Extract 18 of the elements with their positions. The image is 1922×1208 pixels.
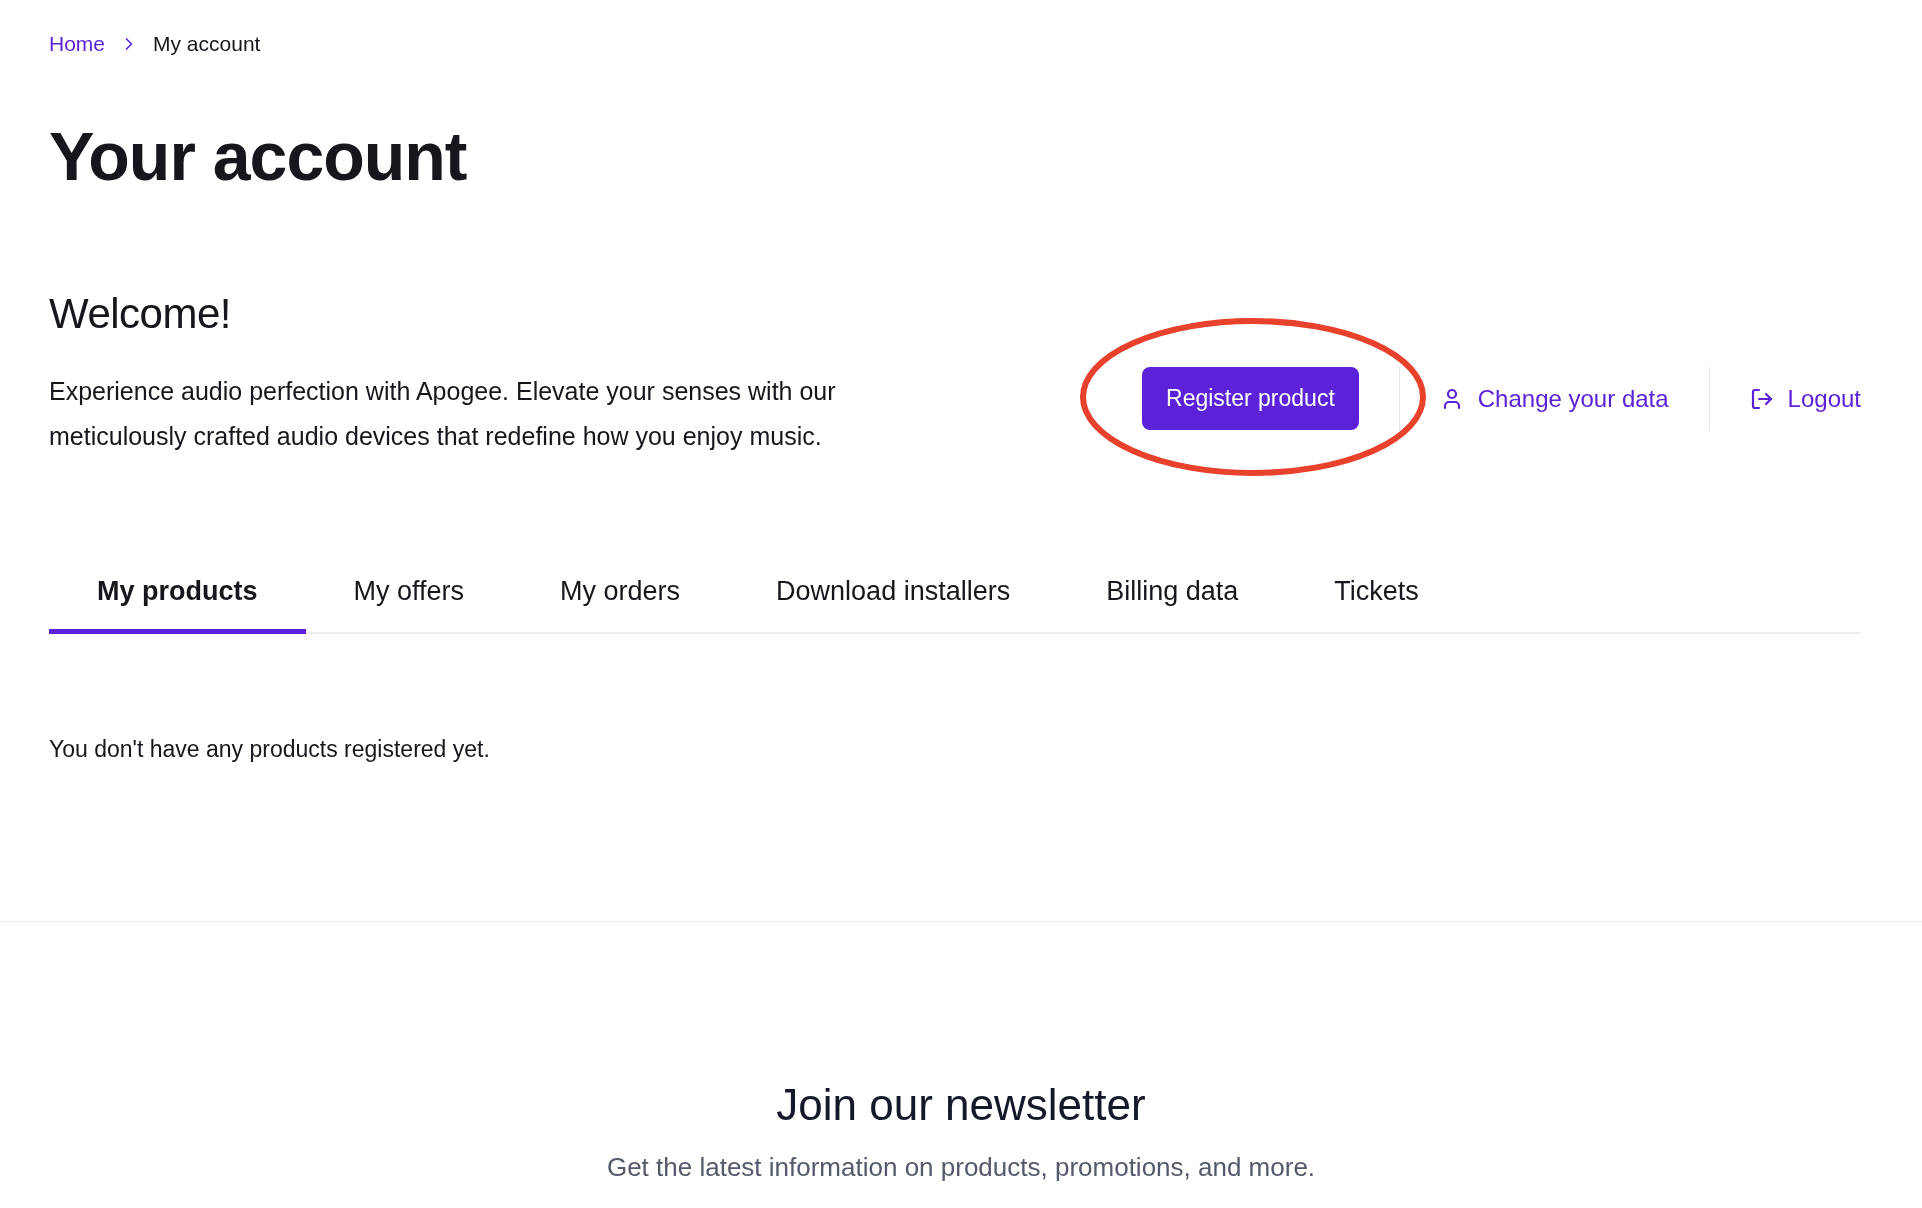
breadcrumb-link[interactable]: Home [49, 32, 106, 56]
welcome-text: Experience audio perfection with Apogee. Elevate your senses with our meticulously crafted audio devices that redefine how you enjoy music. [49, 375, 837, 452]
newsletter-title: Join our newsletter [776, 1079, 1146, 1130]
tab[interactable]: Billing data [1058, 559, 1287, 634]
newsletter-subtitle: Get the latest information on products, promotions, and more. [606, 1151, 1316, 1183]
page-title: Your account [49, 117, 468, 196]
tab[interactable]: Download installers [728, 559, 1059, 634]
empty-message: You don't have any products registered yet. [49, 735, 491, 763]
register-product-button[interactable]: Register product [1142, 367, 1359, 431]
logout-icon [1749, 386, 1774, 411]
breadcrumb-link[interactable]: My account [153, 32, 261, 56]
action-link[interactable]: Logout [1749, 384, 1861, 413]
tab[interactable]: Tickets [1286, 559, 1467, 634]
action-link[interactable]: Change your data [1439, 384, 1669, 413]
tab[interactable]: My offers [305, 559, 513, 634]
tab[interactable]: My products [49, 559, 306, 634]
tab[interactable]: My orders [512, 559, 729, 634]
welcome-heading: Welcome! [49, 289, 232, 338]
